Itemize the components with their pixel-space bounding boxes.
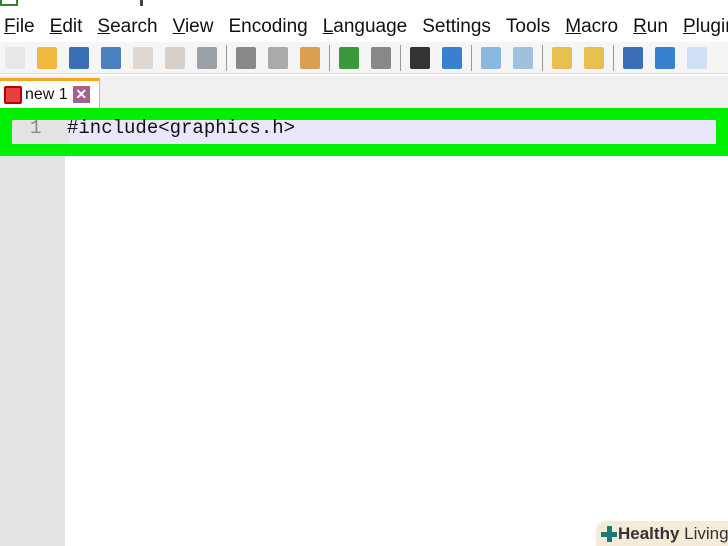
close-file-icon: [133, 46, 153, 69]
cut-icon: [236, 46, 256, 69]
find-button[interactable]: [407, 45, 433, 71]
zoom-in-icon: [481, 46, 501, 69]
title-bar: [0, 0, 728, 10]
menu-search[interactable]: Search: [93, 16, 161, 38]
save-all-button[interactable]: [98, 45, 124, 71]
zoom-in-button[interactable]: [478, 45, 504, 71]
save-icon: [69, 46, 89, 69]
watermark-logo: Healthy Living: [596, 521, 728, 546]
word-wrap-icon: [623, 46, 643, 69]
line-number: 1: [30, 117, 42, 139]
menu-macro[interactable]: Macro: [561, 16, 622, 38]
undo-icon: [339, 46, 359, 69]
menu-encoding[interactable]: Encoding: [224, 16, 311, 38]
app-icon: [0, 0, 18, 6]
print-icon: [197, 46, 217, 69]
toolbar-separator: [542, 44, 543, 71]
menu-file[interactable]: File: [0, 16, 39, 38]
copy-button[interactable]: [265, 45, 291, 71]
toolbar-separator: [613, 44, 614, 71]
toolbar-separator: [329, 44, 330, 71]
unsaved-file-icon: [4, 85, 22, 104]
editor[interactable]: 1 #include<graphics.h>: [0, 108, 728, 546]
menu-view[interactable]: View: [169, 16, 218, 38]
word-wrap-button[interactable]: [620, 45, 646, 71]
menu-settings[interactable]: Settings: [418, 16, 495, 38]
copy-icon: [268, 46, 288, 69]
save-button[interactable]: [66, 45, 92, 71]
new-file-icon: [5, 46, 25, 69]
menu-language[interactable]: Language: [319, 16, 412, 38]
menu-plugins[interactable]: Plugins: [679, 16, 728, 38]
tab-bar: new 1 ✕: [0, 76, 728, 108]
open-folder-icon: [37, 46, 57, 69]
sync-horizontal-icon: [584, 46, 604, 69]
sync-vertical-button[interactable]: [549, 45, 575, 71]
close-tab-button[interactable]: ✕: [72, 86, 90, 103]
tab-label: new 1: [25, 85, 68, 103]
plus-logo-icon: [601, 526, 617, 542]
watermark-bold: Healthy: [618, 523, 680, 543]
paste-button[interactable]: [297, 45, 323, 71]
zoom-out-icon: [513, 46, 533, 69]
open-folder-button[interactable]: [34, 45, 60, 71]
undo-button[interactable]: [336, 45, 362, 71]
title-text-fragment: [140, 0, 143, 6]
toolbar-separator: [400, 44, 401, 71]
indent-guide-icon: [687, 46, 707, 69]
show-all-characters-button[interactable]: [652, 45, 678, 71]
close-all-button[interactable]: [162, 45, 188, 71]
sync-horizontal-button[interactable]: [581, 45, 607, 71]
close-file-button[interactable]: [130, 45, 156, 71]
print-button[interactable]: [194, 45, 220, 71]
toolbar: [0, 42, 728, 74]
paste-icon: [300, 46, 320, 69]
save-all-icon: [101, 46, 121, 69]
redo-icon: [371, 46, 391, 69]
cut-button[interactable]: [233, 45, 259, 71]
redo-button[interactable]: [368, 45, 394, 71]
line-number-gutter: [0, 108, 65, 546]
toolbar-separator: [226, 44, 227, 71]
replace-button[interactable]: [439, 45, 465, 71]
menu-tools[interactable]: Tools: [502, 16, 554, 38]
replace-icon: [442, 46, 462, 69]
menu-run[interactable]: Run: [629, 16, 672, 38]
tab-new-1[interactable]: new 1 ✕: [0, 78, 100, 108]
watermark-rest: Living: [679, 523, 728, 543]
indent-guide-button[interactable]: [684, 45, 710, 71]
show-all-characters-icon: [655, 46, 675, 69]
code-line[interactable]: #include<graphics.h>: [67, 117, 295, 139]
menu-edit[interactable]: Edit: [46, 16, 87, 38]
menu-bar: File Edit Search View Encoding Language Settin…: [0, 12, 728, 42]
new-file-button[interactable]: [2, 45, 28, 71]
toolbar-separator: [471, 44, 472, 71]
close-all-icon: [165, 46, 185, 69]
sync-vertical-icon: [552, 46, 572, 69]
find-icon: [410, 46, 430, 69]
zoom-out-button[interactable]: [510, 45, 536, 71]
